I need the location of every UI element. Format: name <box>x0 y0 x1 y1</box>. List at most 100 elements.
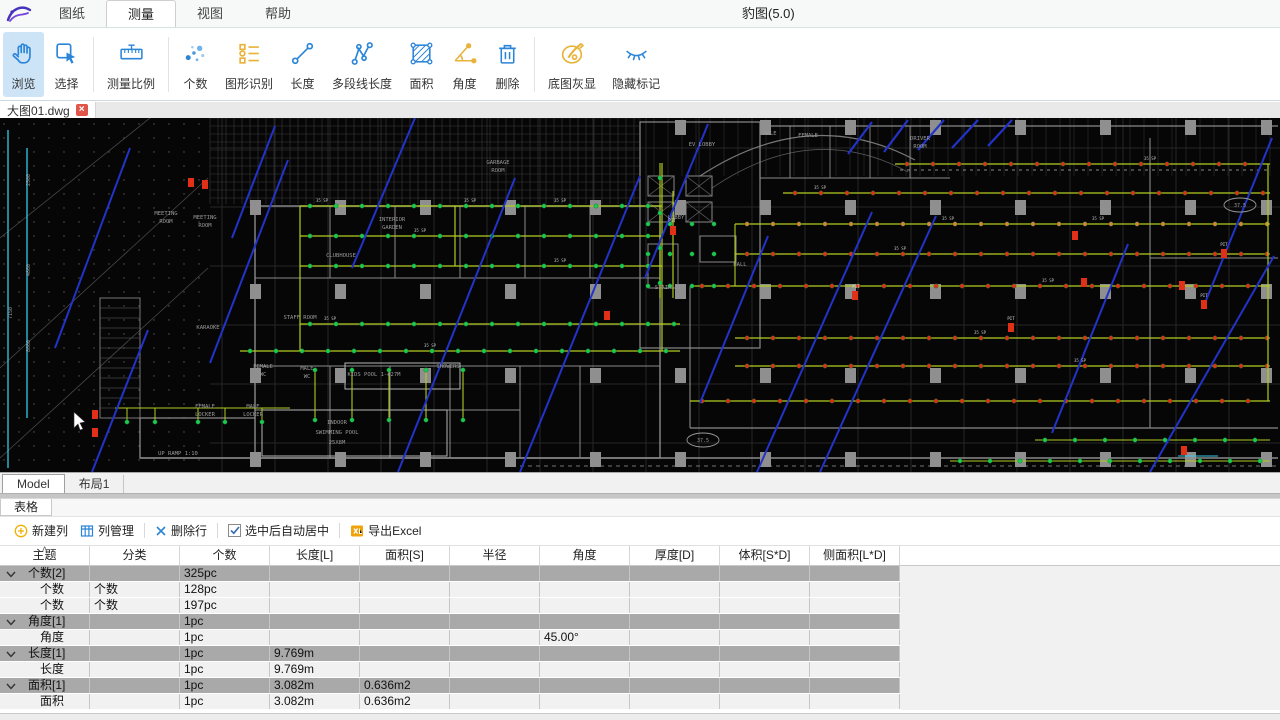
table-cell[interactable] <box>90 694 180 709</box>
table-cell[interactable] <box>630 582 720 597</box>
table-cell[interactable] <box>90 630 180 645</box>
table-cell[interactable] <box>270 614 360 629</box>
column-header[interactable]: 体积[S*D] <box>720 546 810 565</box>
table-cell[interactable] <box>540 614 630 629</box>
table-row[interactable]: 个数[2]325pc <box>0 566 901 582</box>
column-header[interactable]: 面积[S] <box>360 546 450 565</box>
table-row[interactable]: 长度[1]1pc9.769m <box>0 646 901 662</box>
table-cell[interactable]: 325pc <box>180 566 270 581</box>
table-cell[interactable] <box>360 566 450 581</box>
table-cell[interactable]: 9.769m <box>270 662 360 677</box>
table-row[interactable]: 角度1pc45.00° <box>0 630 901 646</box>
table-cell[interactable] <box>720 662 810 677</box>
table-cell[interactable] <box>540 582 630 597</box>
menu-tab-help[interactable]: 帮助 <box>244 0 312 27</box>
table-cell[interactable] <box>450 678 540 693</box>
table-cell[interactable] <box>90 614 180 629</box>
table-cell[interactable] <box>450 566 540 581</box>
table-cell[interactable] <box>810 678 900 693</box>
delete-tool-button[interactable]: 删除 <box>487 32 528 97</box>
table-cell[interactable]: 1pc <box>180 678 270 693</box>
table-cell[interactable] <box>360 614 450 629</box>
export-excel-button[interactable]: 导出Excel <box>350 522 421 539</box>
table-cell[interactable]: 1pc <box>180 646 270 661</box>
table-cell[interactable] <box>720 678 810 693</box>
table-row[interactable]: 个数个数197pc <box>0 598 901 614</box>
table-row[interactable]: 长度 1pc9.769m <box>0 662 901 678</box>
table-cell[interactable] <box>360 630 450 645</box>
new-column-button[interactable]: 新建列 <box>14 522 68 539</box>
table-cell[interactable] <box>450 614 540 629</box>
table-cell[interactable]: 3.082m <box>270 694 360 709</box>
column-header[interactable]: 长度[L] <box>270 546 360 565</box>
table-cell[interactable] <box>810 630 900 645</box>
table-cell[interactable] <box>630 694 720 709</box>
table-cell[interactable] <box>540 566 630 581</box>
table-cell[interactable] <box>810 646 900 661</box>
hide-marks-button[interactable]: 隐藏标记 <box>605 32 667 97</box>
measure-scale-button[interactable]: 测量比例 <box>100 32 162 97</box>
table-cell[interactable] <box>450 598 540 613</box>
table-cell[interactable] <box>720 694 810 709</box>
table-cell[interactable] <box>720 614 810 629</box>
table-cell[interactable] <box>810 598 900 613</box>
table-cell[interactable] <box>810 662 900 677</box>
column-header[interactable]: 角度 <box>540 546 630 565</box>
length-tool-button[interactable]: 长度 <box>282 32 323 97</box>
table-cell[interactable]: 1pc <box>180 694 270 709</box>
cad-viewport[interactable]: MEETINGROOMMEETINGROOMCLUBHOUSEINTERIORG… <box>0 118 1280 472</box>
table-cell[interactable] <box>270 630 360 645</box>
table-cell[interactable] <box>360 662 450 677</box>
column-header[interactable]: 厚度[D] <box>630 546 720 565</box>
table-cell[interactable]: 0.636m2 <box>360 694 450 709</box>
checkbox-checked-icon[interactable] <box>228 524 241 537</box>
gray-display-button[interactable]: 底图灰显 <box>541 32 603 97</box>
table-cell[interactable]: 长度 <box>0 662 90 677</box>
menu-tab-view[interactable]: 视图 <box>176 0 244 27</box>
table-cell[interactable] <box>720 582 810 597</box>
table-cell[interactable]: 3.082m <box>270 678 360 693</box>
table-row[interactable]: 角度[1]1pc <box>0 614 901 630</box>
chevron-down-icon[interactable] <box>6 682 16 690</box>
table-cell[interactable] <box>360 646 450 661</box>
table-cell[interactable] <box>450 694 540 709</box>
chevron-down-icon[interactable] <box>6 570 16 578</box>
table-cell[interactable] <box>630 678 720 693</box>
column-manage-button[interactable]: 列管理 <box>80 522 134 539</box>
table-cell[interactable] <box>450 646 540 661</box>
column-header[interactable]: 个数 <box>180 546 270 565</box>
table-cell[interactable] <box>540 662 630 677</box>
table-row[interactable]: 个数个数128pc <box>0 582 901 598</box>
table-cell[interactable] <box>720 646 810 661</box>
menu-tab-measure[interactable]: 测量 <box>106 0 176 27</box>
table-cell[interactable] <box>450 662 540 677</box>
table-cell[interactable] <box>90 646 180 661</box>
table-cell[interactable]: 1pc <box>180 662 270 677</box>
auto-center-toggle[interactable]: 选中后自动居中 <box>228 522 329 539</box>
delete-row-button[interactable]: 删除行 <box>155 522 207 539</box>
column-header[interactable]: 分类 <box>90 546 180 565</box>
table-cell[interactable]: 1pc <box>180 630 270 645</box>
table-cell[interactable] <box>270 566 360 581</box>
chevron-down-icon[interactable] <box>6 650 16 658</box>
table-cell[interactable]: 面积 <box>0 694 90 709</box>
table-cell[interactable] <box>630 630 720 645</box>
table-cell[interactable]: 1pc <box>180 614 270 629</box>
table-cell[interactable] <box>720 598 810 613</box>
sheet-tab-model[interactable]: Model <box>2 474 65 493</box>
table-row[interactable]: 面积[1]1pc3.082m0.636m2 <box>0 678 901 694</box>
select-tool-button[interactable]: 选择 <box>46 32 87 97</box>
table-cell[interactable] <box>450 630 540 645</box>
table-cell[interactable] <box>810 694 900 709</box>
table-cell[interactable] <box>630 646 720 661</box>
table-cell[interactable]: 个数 <box>0 582 90 597</box>
table-cell[interactable] <box>270 598 360 613</box>
table-cell[interactable] <box>360 582 450 597</box>
table-cell[interactable] <box>90 678 180 693</box>
table-cell[interactable] <box>360 598 450 613</box>
column-header[interactable]: 侧面积[L*D] <box>810 546 900 565</box>
sheet-tab-layout1[interactable]: 布局1 <box>65 475 125 493</box>
browse-tool-button[interactable]: 浏览 <box>3 32 44 97</box>
table-cell[interactable]: 197pc <box>180 598 270 613</box>
menu-tab-drawings[interactable]: 图纸 <box>38 0 106 27</box>
